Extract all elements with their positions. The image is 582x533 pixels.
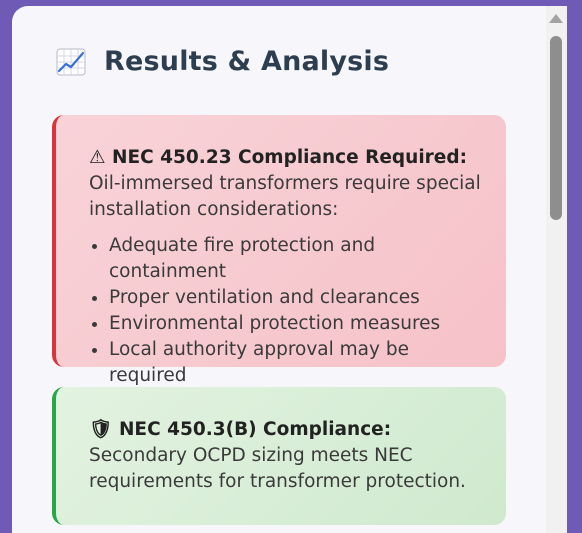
shield-icon: 🛡 (89, 419, 113, 440)
results-panel: Results & Analysis ⚠ NEC 450.23 Complian… (12, 6, 546, 533)
warning-title: ⚠ NEC 450.23 Compliance Required: (89, 147, 467, 168)
scrollbar-thumb[interactable] (550, 36, 562, 220)
success-title-text: NEC 450.3(B) Compliance: (118, 419, 392, 440)
results-heading: Results & Analysis (56, 46, 389, 77)
success-text: Secondary OCPD sizing meets NEC requirem… (89, 445, 466, 492)
nec-450-3b-compliance-card: 🛡 NEC 450.3(B) Compliance: Secondary OCP… (52, 387, 506, 525)
vertical-scrollbar[interactable] (546, 6, 567, 533)
list-item: Adequate fire protection and containment (109, 233, 486, 285)
list-item: Local authority approval may be required (109, 337, 486, 389)
nec-450-23-warning-card: ⚠ NEC 450.23 Compliance Required: Oil-im… (52, 115, 506, 386)
warning-title-text: NEC 450.23 Compliance Required: (112, 147, 467, 168)
list-item: Environmental protection measures (109, 311, 486, 337)
success-title: 🛡 NEC 450.3(B) Compliance: (89, 419, 391, 440)
success-paragraph: 🛡 NEC 450.3(B) Compliance: Secondary OCP… (89, 417, 486, 495)
warning-text: Oil-immersed transformers require specia… (89, 173, 481, 220)
list-item: Proper ventilation and clearances (109, 285, 486, 311)
warning-paragraph: ⚠ NEC 450.23 Compliance Required: Oil-im… (89, 145, 486, 223)
warning-icon: ⚠ (89, 147, 106, 168)
scroll-up-arrow-icon[interactable] (549, 14, 563, 23)
warning-list: Adequate fire protection and containment… (89, 233, 486, 389)
page-title: Results & Analysis (104, 46, 390, 77)
chart-increasing-icon (56, 48, 86, 75)
